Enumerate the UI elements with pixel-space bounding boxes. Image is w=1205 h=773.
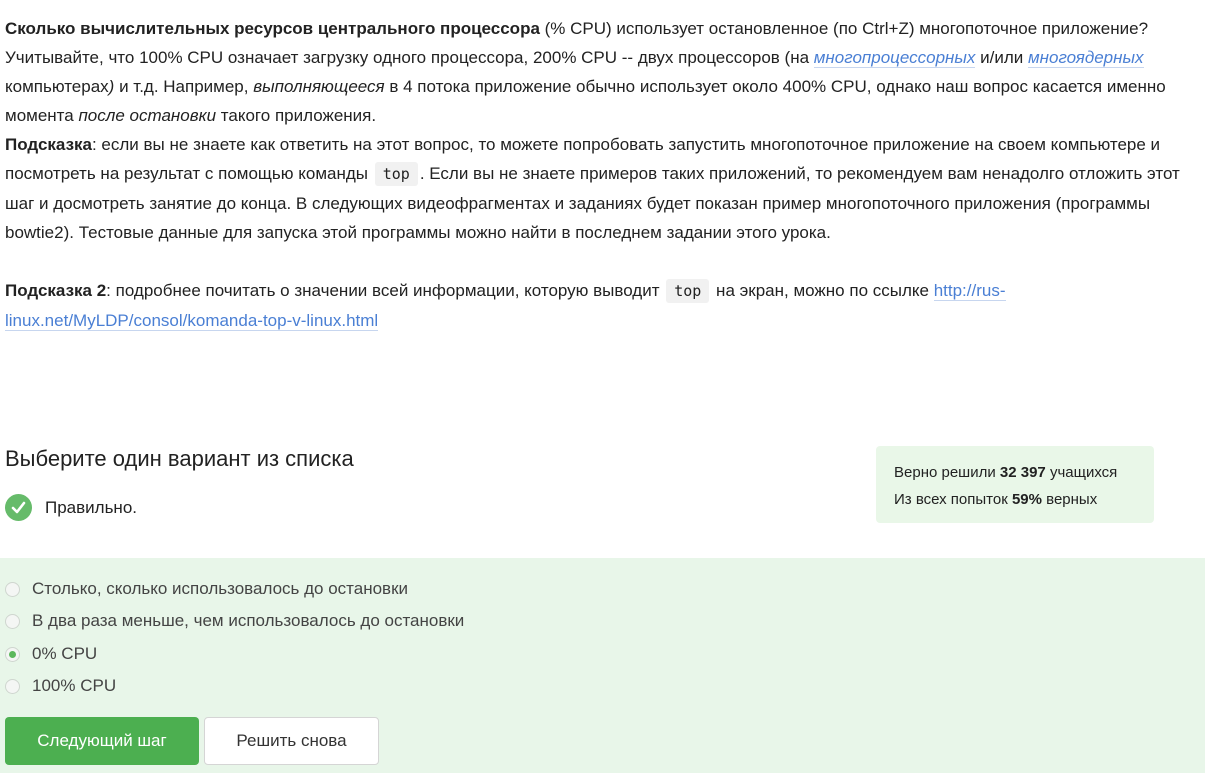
option-label: 100% CPU (32, 676, 117, 695)
stats-attempts: Из всех попыток 59% верных (894, 486, 1136, 513)
check-circle-icon (5, 494, 32, 521)
explanation-italic-running: выполняющееся (253, 77, 385, 96)
stats-attempts-prefix: Из всех попыток (894, 491, 1012, 508)
option-item[interactable]: 100% CPU (5, 676, 116, 696)
stats-solved-count: 32 397 (999, 464, 1046, 481)
hint1-label: Подсказка (5, 135, 92, 154)
hint1-paragraph: Подсказка: если вы не знаете как ответит… (5, 130, 1180, 247)
option-item[interactable]: В два раза меньше, чем использовалось до… (5, 611, 464, 631)
multicore-link[interactable]: многоядерных (1028, 48, 1144, 68)
question-rest: (% CPU) использует остановленное (по Ctr… (539, 19, 1149, 38)
result-text: Правильно. (45, 497, 137, 517)
radio-button-selected[interactable] (5, 646, 20, 662)
option-item[interactable]: Столько, сколько использовалось до остан… (5, 579, 408, 599)
option-item[interactable]: 0% CPU (5, 644, 97, 664)
explanation-text-c: компьютерах (5, 77, 109, 96)
question-paragraph: Сколько вычислительных ресурсов централь… (5, 14, 1180, 43)
explanation-paragraph: Учитывайте, что 100% CPU означает загруз… (5, 43, 1180, 130)
hint2-text-a: : подробнее почитать о значении всей инф… (106, 281, 665, 300)
explanation-text-a: Учитывайте, что 100% CPU означает загруз… (5, 48, 814, 67)
hint2-text-b: на экран, можно по ссылке (711, 281, 934, 300)
explanation-italic-after-stop: после остановки (78, 106, 217, 125)
question-text: Сколько вычислительных ресурсов централь… (5, 14, 1180, 335)
next-step-button[interactable]: Следующий шаг (5, 717, 199, 765)
stats-solved-prefix: Верно решили (894, 464, 1000, 481)
hint2-paragraph: Подсказка 2: подробнее почитать о значен… (5, 276, 1180, 335)
explanation-text-b: и/или (975, 48, 1028, 67)
options-panel: Столько, сколько использовалось до остан… (0, 558, 1205, 773)
hint2-code: top (666, 279, 710, 303)
option-label: 0% CPU (32, 644, 98, 663)
result-status: Правильно. (5, 494, 137, 521)
stats-attempts-suffix: верных (1041, 491, 1098, 508)
hint1-code: top (374, 162, 418, 186)
explanation-text-f: такого приложения. (216, 106, 377, 125)
radio-button[interactable] (5, 613, 20, 629)
stats-solved-suffix: учащихся (1045, 464, 1118, 481)
radio-button[interactable] (5, 581, 20, 597)
multiprocessor-link[interactable]: многопроцессорных (813, 48, 976, 68)
stats-solved: Верно решили 32 397 учащихся (894, 459, 1136, 486)
stats-box: Верно решили 32 397 учащихся Из всех поп… (876, 446, 1154, 523)
hint2-label: Подсказка 2 (5, 281, 107, 300)
explanation-text-d: и т.д. Например, (114, 77, 254, 96)
option-label: В два раза меньше, чем использовалось до… (32, 611, 465, 630)
stats-attempts-percent: 59% (1011, 491, 1042, 508)
radio-button[interactable] (5, 678, 20, 694)
retry-button[interactable]: Решить снова (204, 717, 379, 765)
question-bold: Сколько вычислительных ресурсов централь… (5, 19, 540, 38)
option-label: Столько, сколько использовалось до остан… (32, 579, 409, 598)
quiz-title: Выберите один вариант из списка (5, 446, 354, 471)
